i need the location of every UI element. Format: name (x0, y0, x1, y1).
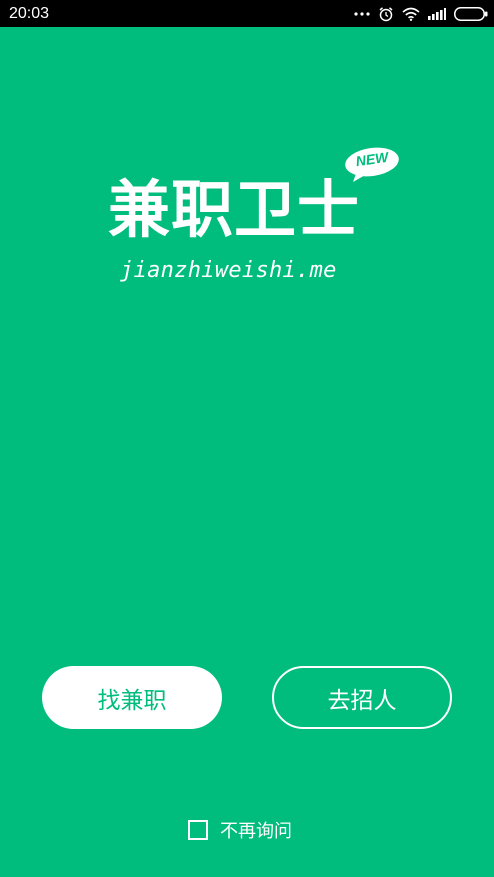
recruit-button[interactable]: 去招人 (272, 666, 452, 729)
find-job-label: 找兼职 (97, 687, 167, 714)
dont-ask-again-checkbox[interactable]: 不再询问 (188, 817, 292, 843)
dont-ask-again-label: 不再询问 (220, 821, 292, 842)
logo-domain: jianzhiweishi.me (120, 258, 337, 283)
new-badge: NEW (343, 145, 400, 185)
recruit-label: 去招人 (327, 687, 397, 714)
app-logo: 兼职卫士 NEW jianzhiweishi.me (0, 0, 494, 300)
find-job-button[interactable]: 找兼职 (42, 666, 222, 729)
checkbox-icon[interactable] (188, 820, 208, 840)
logo-title: 兼职卫士 (108, 173, 361, 246)
